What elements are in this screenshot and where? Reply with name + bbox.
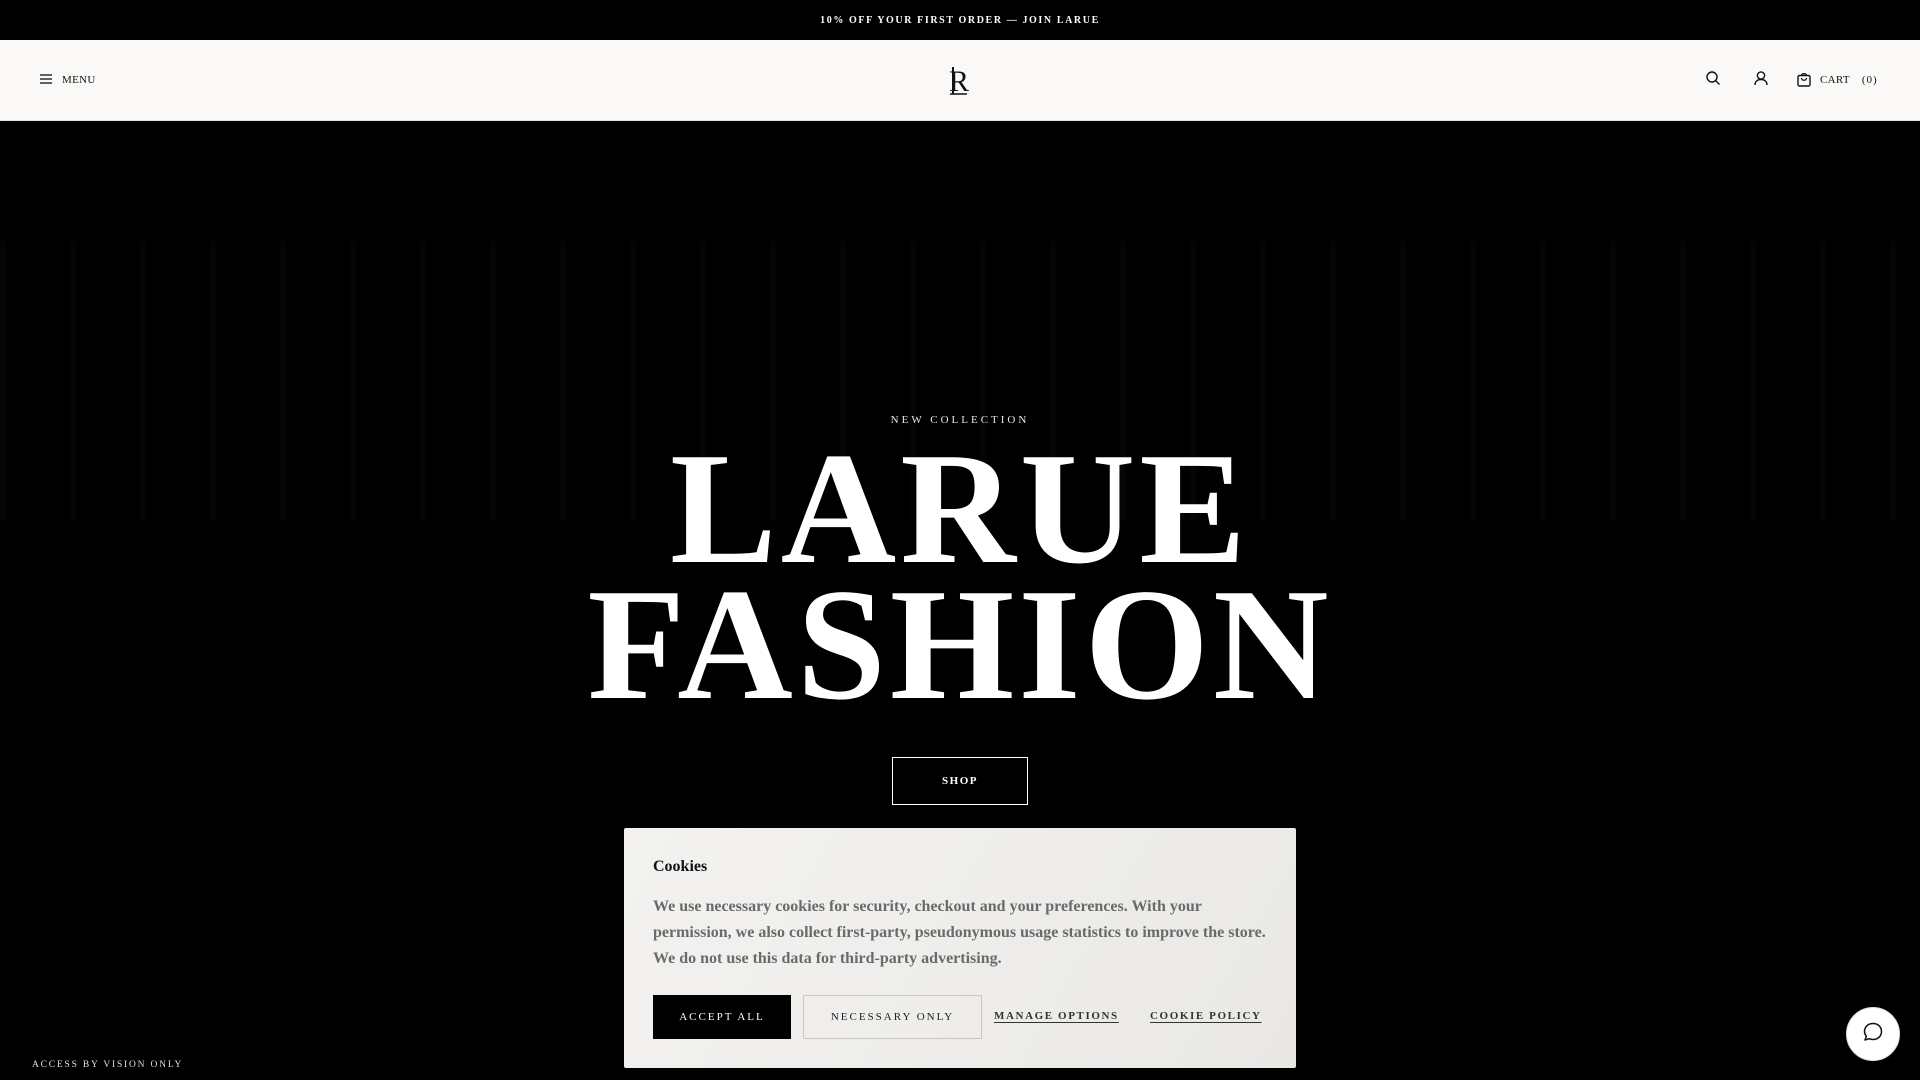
- access-note: ACCESS BY VISION ONLY: [32, 1060, 184, 1070]
- hero-headline: LARUE FASHION: [0, 428, 1920, 733]
- logo-monogram-icon: R: [949, 65, 969, 97]
- logo[interactable]: R: [944, 62, 976, 98]
- shopping-bag-icon: [1796, 71, 1812, 90]
- cookie-title: Cookies: [653, 858, 708, 875]
- chat-bubble-icon: [1862, 1021, 1884, 1048]
- announcement-text[interactable]: 10% OFF YOUR FIRST ORDER — JOIN LARUE: [820, 15, 1100, 26]
- cookie-policy-link[interactable]: COOKIE POLICY: [1150, 1010, 1262, 1022]
- shop-button[interactable]: SHOP: [892, 757, 1028, 805]
- accept-all-button[interactable]: ACCEPT ALL: [653, 995, 791, 1039]
- search-icon: [1705, 70, 1721, 91]
- necessary-only-button[interactable]: NECESSARY ONLY: [803, 995, 982, 1039]
- user-icon: [1753, 70, 1769, 91]
- announcement-bar[interactable]: 10% OFF YOUR FIRST ORDER — JOIN LARUE: [0, 0, 1920, 40]
- cart-label: CART: [1820, 74, 1850, 86]
- site-header: MENU R CART (0): [0, 40, 1920, 121]
- cookie-description: We use necessary cookies for security, c…: [653, 898, 1266, 967]
- search-button[interactable]: [1701, 68, 1725, 92]
- menu-button[interactable]: MENU: [40, 68, 96, 92]
- manage-options-link[interactable]: MANAGE OPTIONS: [994, 1010, 1119, 1022]
- cookie-banner: Cookies We use necessary cookies for sec…: [624, 828, 1296, 1068]
- account-button[interactable]: [1749, 68, 1773, 92]
- cart-count: (0): [1861, 74, 1878, 86]
- cart-button[interactable]: CART (0): [1796, 68, 1878, 92]
- hamburger-icon: [40, 73, 52, 87]
- hero-headline-line2: FASHION: [587, 555, 1333, 733]
- menu-label: MENU: [62, 74, 96, 86]
- chat-button[interactable]: [1846, 1007, 1900, 1061]
